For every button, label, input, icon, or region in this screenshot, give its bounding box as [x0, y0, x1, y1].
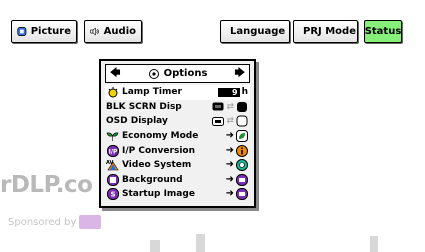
menu-row-osd-display[interactable]: OSD Display ⇄: [105, 114, 250, 129]
menu-row-background[interactable]: Background ➜: [105, 173, 250, 188]
options-title: Options: [163, 68, 208, 79]
startup-image-setting-icon[interactable]: [236, 188, 248, 201]
toggle-arrow-icon: ⇄: [226, 116, 234, 127]
bottom-decoration: [370, 236, 378, 252]
menu-row-blk-scrn-disp[interactable]: BLK SCRN Disp ⇄: [105, 100, 250, 115]
lamp-timer-value: 9: [217, 87, 240, 97]
bottom-decoration: [196, 234, 205, 252]
picture-icon: [17, 27, 27, 36]
menu-row-lamp-timer[interactable]: Lamp Timer 9 h: [105, 85, 250, 100]
ip-conversion-label: I/P Conversion: [122, 145, 196, 156]
economy-mode-icon: [105, 131, 120, 142]
sponsor-line: Sponsored by: [8, 215, 102, 229]
submenu-arrow-icon: ➜: [225, 144, 234, 156]
background-icon: [105, 173, 120, 186]
osd-on-icon: [212, 116, 225, 126]
tab-language-label: Language: [230, 26, 286, 37]
menu-row-ip-conversion[interactable]: I/P I/P Conversion ➜: [105, 143, 250, 158]
tab-picture[interactable]: Picture: [11, 20, 77, 43]
background-setting-icon[interactable]: [236, 173, 248, 186]
menu-row-economy-mode[interactable]: Economy Mode ➜: [105, 129, 250, 144]
menu-row-video-system[interactable]: AV Video System ➜: [105, 158, 250, 173]
submenu-arrow-icon: ➜: [225, 188, 234, 200]
watermark-text: rDLP.co: [0, 172, 93, 198]
tab-status[interactable]: Status: [364, 20, 402, 43]
video-system-label: Video System: [122, 160, 192, 171]
submenu-arrow-icon: ➜: [225, 130, 234, 142]
blk-scrn-disp-label: BLK SCRN Disp: [106, 101, 182, 112]
info-setting-icon[interactable]: [236, 144, 248, 157]
lamp-timer-icon: [105, 86, 120, 98]
tab-audio-label: Audio: [103, 26, 136, 37]
startup-image-icon: S: [105, 188, 120, 201]
lamp-timer-unit: h: [241, 87, 248, 98]
video-setting-icon[interactable]: [236, 159, 248, 172]
tab-prj-mode-label: PRJ Mode: [303, 26, 356, 37]
black-screen-toggle-icon[interactable]: [236, 101, 248, 113]
submenu-arrow-icon: ➜: [225, 159, 234, 171]
options-menu-header: 🡄 Options 🡆: [105, 64, 250, 83]
screen-off-icon: [212, 102, 224, 111]
toggle-arrow-icon: ⇄: [226, 101, 234, 112]
osd-display-label: OSD Display: [106, 116, 168, 127]
tab-status-label: Status: [364, 26, 402, 37]
tab-language[interactable]: Language: [220, 20, 290, 43]
startup-image-label: Startup Image: [122, 189, 195, 200]
options-gear-icon: [148, 68, 159, 79]
sponsor-label: Sponsored by: [8, 216, 77, 228]
options-menu-panel: 🡄 Options 🡆 Lamp Timer 9 h BLK SCRN Disp…: [99, 59, 256, 208]
ip-conversion-icon: I/P: [105, 144, 120, 157]
tab-picture-label: Picture: [30, 26, 71, 37]
bottom-decoration: [150, 240, 160, 252]
speaker-icon: [90, 27, 99, 36]
osd-toggle-icon[interactable]: [236, 115, 248, 127]
submenu-arrow-icon: ➜: [225, 173, 234, 185]
sponsor-logo: [79, 215, 102, 229]
svg-text:S: S: [110, 191, 115, 199]
video-system-icon: AV: [105, 159, 120, 171]
svg-text:I/P: I/P: [108, 148, 117, 155]
lamp-timer-label: Lamp Timer: [122, 87, 182, 98]
background-label: Background: [122, 174, 183, 185]
menu-row-startup-image[interactable]: S Startup Image ➜: [105, 187, 250, 202]
economy-mode-label: Economy Mode: [122, 131, 199, 142]
right-arrow-icon[interactable]: 🡆: [235, 68, 245, 79]
leaf-setting-icon[interactable]: [236, 130, 248, 143]
tab-audio[interactable]: Audio: [84, 20, 142, 43]
left-arrow-icon[interactable]: 🡄: [110, 68, 120, 79]
tab-prj-mode[interactable]: PRJ Mode: [293, 20, 358, 43]
